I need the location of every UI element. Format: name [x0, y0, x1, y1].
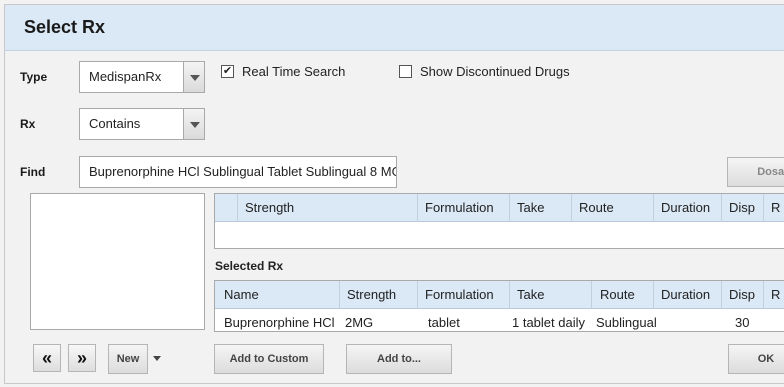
chevron-down-icon[interactable]	[153, 356, 161, 361]
find-input[interactable]: Buprenorphine HCl Sublingual Tablet Subl…	[79, 156, 397, 188]
show-discontinued-label: Show Discontinued Drugs	[420, 64, 570, 79]
show-discontinued-option[interactable]: Show Discontinued Drugs	[399, 64, 570, 79]
find-label: Find	[20, 165, 46, 179]
dialog-title: Select Rx	[24, 17, 106, 37]
chevron-down-icon[interactable]	[183, 109, 204, 139]
col-header-route[interactable]: Route	[571, 194, 653, 222]
col-header-take[interactable]: Take	[509, 194, 571, 222]
row-strength: 2MG	[345, 315, 374, 330]
ok-button[interactable]: OK	[728, 344, 784, 374]
results-listbox[interactable]	[30, 193, 205, 330]
rx-select[interactable]: Contains	[79, 108, 205, 140]
col-header-disp[interactable]: Disp	[721, 194, 763, 222]
title-bar: Select Rx	[5, 5, 784, 51]
dosage-button-label: Dosag	[757, 166, 784, 178]
search-results-grid[interactable]: Strength Formulation Take Route Duration…	[214, 193, 784, 249]
row-route: Sublingual	[596, 315, 657, 330]
row-name: Buprenorphine HCl	[224, 315, 335, 330]
row-take: 1 tablet daily	[512, 315, 585, 330]
search-grid-header: Strength Formulation Take Route Duration…	[215, 194, 784, 222]
col-header-formulation[interactable]: Formulation	[417, 281, 509, 309]
col-header-strength[interactable]: Strength	[339, 281, 417, 309]
selected-rx-grid[interactable]: Name Strength Formulation Take Route Dur…	[214, 280, 784, 332]
new-button[interactable]: New	[108, 344, 148, 374]
real-time-search-label: Real Time Search	[242, 64, 346, 79]
col-header-disp[interactable]: Disp	[721, 281, 763, 309]
row-formulation: tablet	[428, 315, 460, 330]
col-header-r[interactable]: R	[763, 281, 784, 309]
col-header-name[interactable]: Name	[215, 281, 339, 309]
selected-grid-header: Name Strength Formulation Take Route Dur…	[215, 281, 784, 309]
col-header-r[interactable]: R	[763, 194, 784, 222]
real-time-search-checkbox[interactable]: ✔	[221, 65, 234, 78]
selected-rx-label: Selected Rx	[215, 259, 284, 273]
next-button[interactable]: »	[68, 344, 96, 372]
dosage-button[interactable]: Dosag	[727, 157, 784, 187]
chevron-down-icon[interactable]	[183, 62, 204, 92]
real-time-search-option[interactable]: ✔ Real Time Search	[221, 64, 345, 79]
col-header-duration[interactable]: Duration	[653, 194, 721, 222]
col-header-duration[interactable]: Duration	[653, 281, 721, 309]
rx-label: Rx	[20, 117, 36, 131]
col-header-formulation[interactable]: Formulation	[417, 194, 509, 222]
show-discontinued-checkbox[interactable]	[399, 65, 412, 78]
add-to-custom-button[interactable]: Add to Custom	[214, 344, 324, 374]
rx-value: Contains	[89, 116, 141, 131]
col-header-route[interactable]: Route	[591, 281, 653, 309]
type-label: Type	[20, 70, 48, 84]
add-to-button[interactable]: Add to...	[346, 344, 452, 374]
row-disp: 30	[735, 315, 750, 330]
col-header-strength[interactable]: Strength	[237, 194, 417, 222]
type-value: MedispanRx	[89, 69, 162, 84]
type-select[interactable]: MedispanRx	[79, 61, 205, 93]
prev-button[interactable]: «	[33, 344, 61, 372]
ok-button-label: OK	[757, 353, 775, 365]
col-header-take[interactable]: Take	[509, 281, 591, 309]
